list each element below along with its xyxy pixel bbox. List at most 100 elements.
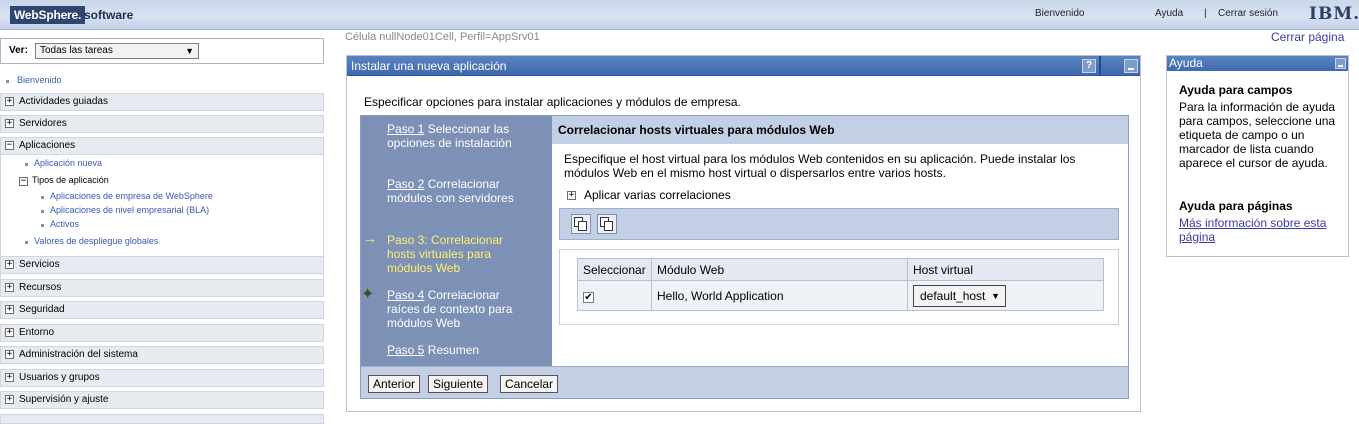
expand-icon: + — [5, 394, 14, 404]
nav-section-security[interactable]: + Seguridad — [0, 301, 324, 319]
help-portlet-title-text: Ayuda — [1169, 56, 1203, 70]
nav-section-resources[interactable]: + Recursos — [0, 279, 324, 297]
wizard-step-5[interactable]: Paso 5 Resumen — [387, 343, 527, 357]
table-header-row: Seleccionar Módulo Web Host virtual — [577, 258, 1104, 281]
close-page-link[interactable]: Cerrar página — [1271, 30, 1344, 44]
portlet-title: Instalar una nueva aplicación ? — [347, 56, 1140, 76]
current-step-arrow-icon: → — [363, 230, 377, 246]
left-navigation: Ver: Todas las tareas ▼ Bienvenido + Acti… — [0, 38, 325, 424]
nav-assets-link[interactable]: Activos — [50, 219, 79, 229]
step-5-link[interactable]: Paso 5 — [387, 343, 424, 357]
expand-icon: + — [567, 190, 576, 200]
nav-bla-apps-link[interactable]: Aplicaciones de nivel empresarial (BLA) — [50, 205, 209, 215]
view-select-value: Todas las tareas — [40, 45, 113, 56]
help-icon[interactable]: ? — [1082, 59, 1096, 73]
select-cell: ✔ — [577, 280, 652, 311]
col-header-select[interactable]: Seleccionar — [577, 258, 652, 281]
page-help-link[interactable]: Más información sobre esta página — [1179, 216, 1339, 244]
bullet-icon — [25, 163, 28, 166]
wizard-steps: Paso 1 Seleccionar las opciones de insta… — [361, 116, 552, 366]
nav-welcome-link[interactable]: Bienvenido — [17, 75, 62, 85]
table-toolbar — [559, 208, 1119, 240]
row-select-checkbox[interactable]: ✔ — [583, 291, 594, 303]
expand-icon: + — [5, 118, 14, 128]
bullet-icon — [25, 241, 28, 244]
bullet-icon — [41, 224, 44, 227]
nav-app-types-label: Tipos de aplicación — [32, 175, 109, 185]
field-help-text: Para la información de ayuda para campos… — [1179, 100, 1336, 170]
deselect-all-icon[interactable] — [597, 214, 617, 234]
nav-websphere-enterprise-apps-link[interactable]: Aplicaciones de empresa de WebSphere — [50, 191, 213, 201]
wizard-step-2[interactable]: Paso 2 Correlacionar módulos con servido… — [387, 177, 527, 205]
cancel-button[interactable]: Cancelar — [500, 375, 559, 393]
minimize-icon[interactable] — [1124, 59, 1138, 73]
nav-section-more[interactable] — [0, 414, 324, 424]
next-button[interactable]: Siguiente — [428, 375, 489, 393]
nav-section-users-groups[interactable]: + Usuarios y grupos — [0, 369, 324, 387]
expand-icon: + — [5, 304, 14, 314]
bullet-icon — [41, 196, 44, 199]
wizard-button-bar: Anterior Siguiente Cancelar — [361, 366, 1128, 398]
select-all-icon[interactable] — [571, 214, 591, 234]
help-link[interactable]: Ayuda — [1155, 8, 1183, 19]
help-portlet-title: Ayuda — [1167, 56, 1348, 71]
virtual-host-mapping-table: Seleccionar Módulo Web Host virtual ✔ He… — [577, 258, 1104, 311]
web-module-cell: Hello, World Application — [651, 280, 908, 311]
portlet-title-text: Instalar una nueva aplicación — [351, 59, 507, 73]
wizard-step-4[interactable]: Paso 4 Correlacionar raíces de contexto … — [387, 288, 527, 330]
dropdown-arrow-icon: ▼ — [185, 46, 194, 56]
next-step-marker-icon: ✦ — [361, 286, 375, 303]
nav-section-services[interactable]: + Servicios — [0, 256, 324, 274]
welcome-text: Bienvenido — [1035, 8, 1085, 19]
step-content: Correlacionar hosts virtuales para módul… — [552, 116, 1128, 366]
previous-button[interactable]: Anterior — [368, 375, 421, 393]
step-heading: Correlacionar hosts virtuales para módul… — [552, 116, 1128, 144]
nav-new-application-link[interactable]: Aplicación nueva — [34, 158, 102, 168]
step-2-link[interactable]: Paso 2 — [387, 177, 424, 191]
step-description: Especifique el host virtual para los mód… — [564, 152, 1076, 180]
collapse-icon[interactable]: − — [19, 177, 28, 186]
virtual-host-select-value: default_host — [920, 288, 986, 303]
nav-section-environment[interactable]: + Entorno — [0, 324, 324, 342]
bullet-icon — [41, 210, 44, 213]
expand-icon: + — [5, 259, 14, 269]
nav-separator: | — [1204, 8, 1207, 19]
bullet-icon — [6, 80, 9, 83]
top-banner: WebSphere. software Bienvenido Ayuda | C… — [0, 0, 1359, 30]
expand-icon: + — [5, 282, 14, 292]
view-select[interactable]: Todas las tareas ▼ — [35, 43, 199, 59]
intro-text: Especificar opciones para instalar aplic… — [364, 95, 741, 109]
dropdown-arrow-icon: ▼ — [991, 290, 1000, 301]
view-filter-bar: Ver: Todas las tareas ▼ — [0, 38, 324, 64]
nav-section-system-admin[interactable]: + Administración del sistema — [0, 346, 324, 364]
nav-global-deploy-values-link[interactable]: Valores de despliegue globales — [34, 236, 158, 246]
expand-icon: + — [5, 349, 14, 359]
virtual-host-cell: default_host ▼ — [907, 280, 1104, 311]
step-4-link[interactable]: Paso 4 — [387, 288, 424, 302]
wizard-step-3-current: Paso 3: Correlacionar hosts virtuales pa… — [387, 233, 504, 275]
ibm-logo: IBM. — [1309, 4, 1359, 24]
table-row: ✔ Hello, World Application default_host ▼ — [577, 280, 1104, 311]
virtual-host-select[interactable]: default_host ▼ — [913, 284, 1006, 307]
col-header-web-module[interactable]: Módulo Web — [651, 258, 908, 281]
nav-section-monitoring[interactable]: + Supervisión y ajuste — [0, 391, 324, 409]
nav-section-servers[interactable]: + Servidores — [0, 115, 324, 133]
install-application-portlet: Instalar una nueva aplicación ? Especifi… — [346, 55, 1141, 412]
install-wizard: Paso 1 Seleccionar las opciones de insta… — [360, 115, 1129, 399]
help-portlet: Ayuda Ayuda para campos Para la informac… — [1166, 55, 1349, 257]
brand-subtitle: software — [84, 8, 134, 22]
mapping-table-container: Seleccionar Módulo Web Host virtual ✔ He… — [559, 249, 1119, 325]
view-label: Ver: — [9, 45, 28, 56]
apply-multiple-mappings-label: Aplicar varias correlaciones — [584, 188, 731, 202]
expand-icon: + — [5, 372, 14, 382]
minimize-icon[interactable] — [1335, 58, 1346, 69]
websphere-logo: WebSphere. — [10, 6, 86, 24]
nav-section-guided-activities[interactable]: + Actividades guiadas — [0, 93, 324, 111]
logout-link[interactable]: Cerrar sesión — [1218, 8, 1278, 19]
wizard-step-1[interactable]: Paso 1 Seleccionar las opciones de insta… — [387, 122, 527, 150]
step-1-link[interactable]: Paso 1 — [387, 122, 424, 136]
col-header-virtual-host[interactable]: Host virtual — [907, 258, 1104, 281]
expand-icon: + — [5, 96, 14, 106]
expand-icon: + — [5, 327, 14, 337]
page-help-heading: Ayuda para páginas — [1179, 199, 1293, 213]
